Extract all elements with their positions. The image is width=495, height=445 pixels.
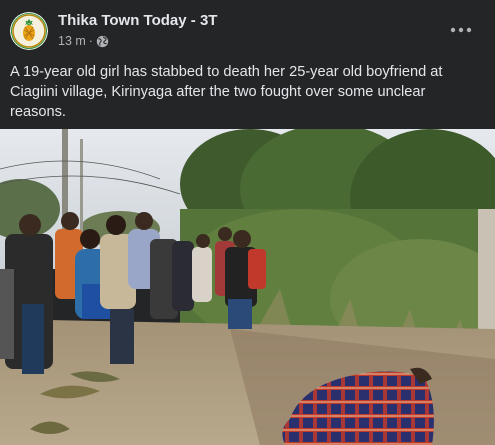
globe-icon[interactable] [96,35,109,48]
facebook-post: Thika Town Today - 3T 13 m · A 19-year o… [0,0,495,445]
page-name[interactable]: Thika Town Today - 3T [58,12,217,29]
more-options-icon[interactable] [449,20,473,40]
meta-separator: · [88,34,93,48]
post-header: Thika Town Today - 3T 13 m · [0,0,495,58]
pineapple-logo-icon [10,12,48,50]
post-caption: A 19-year old girl has stabbed to death … [10,64,443,120]
post-photo[interactable] [0,129,495,445]
page-avatar[interactable] [10,12,48,50]
post-meta: 13 m · [58,34,109,48]
post-time[interactable]: 13 m [58,34,86,48]
